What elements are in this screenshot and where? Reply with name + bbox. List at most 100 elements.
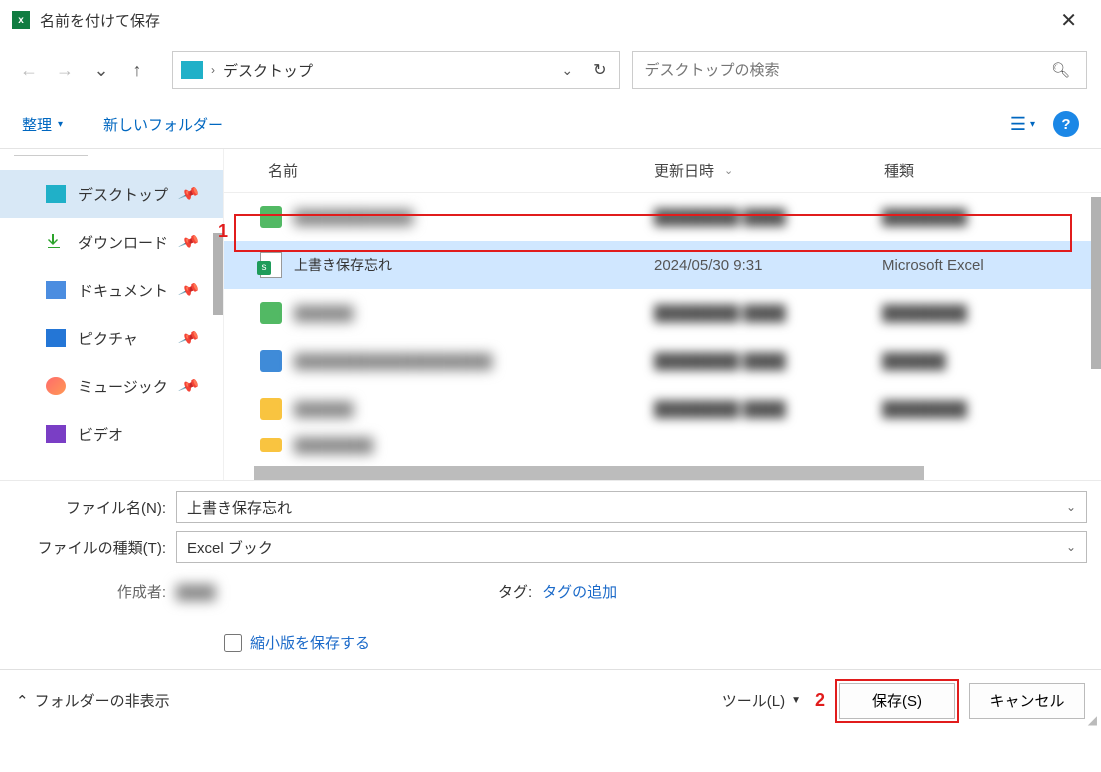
col-header-type[interactable]: 種類 bbox=[882, 160, 1101, 181]
search-icon[interactable]: 🔍︎ bbox=[1047, 57, 1074, 83]
file-name: ████████████ bbox=[294, 209, 413, 225]
horizontal-scrollbar[interactable] bbox=[254, 466, 924, 480]
caret-down-icon: ▼ bbox=[791, 695, 801, 706]
resize-grip-icon[interactable]: ◢ bbox=[1088, 713, 1097, 727]
download-icon bbox=[46, 233, 66, 251]
file-row-selected[interactable]: 上書き保存忘れ 2024/05/30 9:31 Microsoft Excel bbox=[224, 241, 1101, 289]
tools-button[interactable]: ツール(L) ▼ bbox=[722, 690, 801, 711]
thumbnail-label[interactable]: 縮小版を保存する bbox=[250, 632, 370, 653]
file-icon bbox=[260, 350, 282, 372]
file-date: 2024/05/30 9:31 bbox=[654, 257, 882, 274]
sidebar-item-label: ミュージック bbox=[78, 376, 168, 397]
file-type: ██████ bbox=[882, 353, 1101, 370]
hide-folders-button[interactable]: ⌃ フォルダーの非表示 bbox=[16, 690, 170, 711]
file-row[interactable]: ██████ ████████ ████ ████████ bbox=[224, 385, 1101, 433]
sidebar-item-label: ダウンロード bbox=[78, 232, 168, 253]
sidebar-item-desktop[interactable]: デスクトップ 📌 bbox=[0, 170, 223, 218]
sidebar-scrollbar[interactable] bbox=[213, 233, 223, 315]
desktop-icon bbox=[46, 185, 66, 203]
add-tag-link[interactable]: タグの追加 bbox=[542, 581, 617, 602]
file-type: ████████ bbox=[882, 305, 1101, 322]
thumbnail-checkbox[interactable] bbox=[224, 634, 242, 652]
view-mode-button[interactable]: ☰ ▾ bbox=[1010, 114, 1035, 135]
breadcrumb-label[interactable]: デスクトップ bbox=[223, 60, 313, 81]
sidebar-item-videos[interactable]: ビデオ bbox=[0, 410, 223, 458]
file-icon bbox=[260, 206, 282, 228]
refresh-icon[interactable]: ↻ bbox=[585, 56, 614, 84]
pin-icon: 📌 bbox=[178, 230, 202, 253]
dropdown-icon[interactable]: ⌄ bbox=[1066, 540, 1076, 554]
file-name: ████████ bbox=[294, 437, 373, 453]
file-name: ██████ bbox=[294, 305, 354, 321]
file-icon bbox=[260, 438, 282, 452]
file-row[interactable]: ██████ ████████ ████ ████████ bbox=[224, 289, 1101, 337]
sort-indicator-icon: ⌄ bbox=[724, 164, 733, 177]
sidebar-item-label: デスクトップ bbox=[78, 184, 168, 205]
sidebar-item-music[interactable]: ミュージック 📌 bbox=[0, 362, 223, 410]
chevron-right-icon: › bbox=[211, 63, 215, 77]
file-type: ████████ bbox=[882, 209, 1101, 226]
sidebar-item-documents[interactable]: ドキュメント 📌 bbox=[0, 266, 223, 314]
annotation-number-2: 2 bbox=[815, 690, 825, 711]
pin-icon: 📌 bbox=[178, 182, 202, 205]
file-icon bbox=[260, 302, 282, 324]
tools-label: ツール(L) bbox=[722, 690, 785, 711]
file-name: 上書き保存忘れ bbox=[294, 255, 392, 275]
pin-icon: 📌 bbox=[178, 374, 202, 397]
save-button[interactable]: 保存(S) bbox=[839, 683, 955, 719]
up-button[interactable]: ↑ bbox=[122, 55, 152, 85]
file-list: 名前 更新日時⌄ 種類 ████████████ ████████ ████ █… bbox=[224, 149, 1101, 480]
pin-icon: 📌 bbox=[178, 278, 202, 301]
file-date: ████████ ████ bbox=[654, 209, 882, 226]
tag-label: タグ: bbox=[498, 581, 542, 602]
new-folder-label: 新しいフォルダー bbox=[103, 114, 223, 135]
file-icon bbox=[260, 398, 282, 420]
file-type: ████████ bbox=[882, 401, 1101, 418]
cancel-button[interactable]: キャンセル bbox=[969, 683, 1085, 719]
music-icon bbox=[46, 377, 66, 395]
file-type: Microsoft Excel bbox=[882, 257, 1101, 274]
forward-button[interactable]: → bbox=[50, 55, 80, 85]
new-folder-button[interactable]: 新しいフォルダー bbox=[103, 114, 223, 135]
pin-icon: 📌 bbox=[178, 326, 202, 349]
navigation-sidebar: デスクトップ 📌 ダウンロード 📌 ドキュメント 📌 ピクチャ 📌 ミュージック… bbox=[0, 149, 224, 480]
desktop-folder-icon bbox=[181, 61, 203, 79]
filetype-select[interactable]: Excel ブック ⌄ bbox=[176, 531, 1087, 563]
column-headers: 名前 更新日時⌄ 種類 bbox=[224, 149, 1101, 193]
file-date: ████████ ████ bbox=[654, 401, 882, 418]
back-button[interactable]: ← bbox=[14, 55, 44, 85]
annotation-number-1: 1 bbox=[218, 221, 228, 242]
filename-value: 上書き保存忘れ bbox=[187, 497, 292, 518]
author-label: 作成者: bbox=[14, 581, 176, 602]
file-name: ████████████████████ bbox=[294, 353, 492, 369]
help-icon[interactable]: ? bbox=[1053, 111, 1079, 137]
dropdown-icon[interactable]: ⌄ bbox=[1066, 500, 1076, 514]
filetype-value: Excel ブック bbox=[187, 537, 273, 558]
search-box[interactable]: 🔍︎ bbox=[632, 51, 1088, 89]
sidebar-item-pictures[interactable]: ピクチャ 📌 bbox=[0, 314, 223, 362]
recent-dropdown[interactable]: ⌄ bbox=[86, 55, 116, 85]
caret-down-icon: ▾ bbox=[58, 119, 63, 130]
search-input[interactable] bbox=[645, 62, 1047, 79]
col-header-date[interactable]: 更新日時⌄ bbox=[654, 160, 882, 181]
author-value: ████ bbox=[176, 584, 316, 600]
file-date: ████████ ████ bbox=[654, 305, 882, 322]
sidebar-item-label: ドキュメント bbox=[78, 280, 168, 301]
filetype-label: ファイルの種類(T): bbox=[14, 537, 176, 558]
pictures-icon bbox=[46, 329, 66, 347]
path-dropdown-icon[interactable]: ⌄ bbox=[557, 58, 577, 83]
file-row[interactable]: ████████ bbox=[224, 433, 1101, 457]
col-header-name[interactable]: 名前 bbox=[224, 160, 654, 181]
file-name: ██████ bbox=[294, 401, 354, 417]
organize-button[interactable]: 整理 ▾ bbox=[22, 114, 63, 135]
organize-label: 整理 bbox=[22, 114, 52, 135]
filename-input[interactable]: 上書き保存忘れ ⌄ bbox=[176, 491, 1087, 523]
file-row[interactable]: ████████████████████ ████████ ████ █████… bbox=[224, 337, 1101, 385]
file-row[interactable]: ████████████ ████████ ████ ████████ bbox=[224, 193, 1101, 241]
close-icon[interactable]: ✕ bbox=[1048, 2, 1089, 39]
document-icon bbox=[46, 281, 66, 299]
sidebar-divider bbox=[14, 155, 88, 156]
vertical-scrollbar[interactable] bbox=[1091, 197, 1101, 369]
sidebar-item-downloads[interactable]: ダウンロード 📌 bbox=[0, 218, 223, 266]
path-breadcrumb[interactable]: › デスクトップ ⌄ ↻ bbox=[172, 51, 620, 89]
